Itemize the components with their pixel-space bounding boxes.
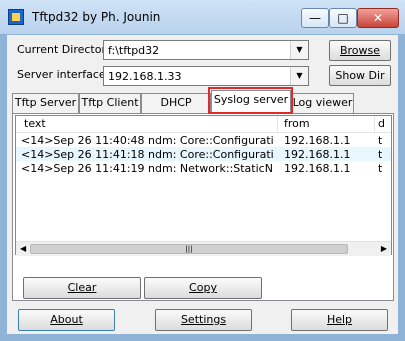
tab-dhcp-server[interactable]: DHCP server bbox=[141, 93, 211, 127]
server-interface-combo[interactable]: 192.168.1.33 ▼ bbox=[103, 66, 309, 86]
minimize-icon: — bbox=[309, 11, 321, 25]
main-window: Tftpd32 by Ph. Jounin — □ ✕ Current Dire… bbox=[0, 0, 405, 341]
tab-log-viewer[interactable]: Log viewer bbox=[291, 93, 354, 113]
app-icon bbox=[8, 9, 24, 25]
show-dir-label: Show Dir bbox=[335, 69, 385, 82]
copy-button[interactable]: Copy bbox=[144, 277, 262, 299]
column-header-d[interactable]: d bbox=[378, 117, 385, 130]
current-directory-label: Current Directory bbox=[17, 43, 113, 56]
help-button[interactable]: Help bbox=[291, 309, 388, 331]
list-header: text from d bbox=[16, 116, 391, 133]
settings-label: Settings bbox=[180, 313, 227, 326]
about-label: About bbox=[50, 313, 83, 326]
about-button[interactable]: About bbox=[18, 309, 115, 331]
client-area: Current Directory f:\tftpd32 ▼ Browse Se… bbox=[7, 35, 398, 334]
current-directory-value: f:\tftpd32 bbox=[108, 44, 160, 57]
row-text: <14>Sep 26 11:41:18 ndm: Core::Configura… bbox=[21, 148, 273, 161]
show-dir-button[interactable]: Show Dir bbox=[329, 65, 391, 86]
close-button[interactable]: ✕ bbox=[357, 8, 399, 28]
tab-label: Tftp Client bbox=[81, 96, 139, 109]
clear-label: Clear bbox=[67, 281, 97, 294]
table-row-selected[interactable]: <14>Sep 26 11:41:18 ndm: Core::Configura… bbox=[16, 147, 391, 161]
row-d: t bbox=[378, 162, 383, 175]
scroll-right-icon[interactable]: ▶ bbox=[381, 244, 387, 253]
maximize-button[interactable]: □ bbox=[329, 8, 357, 28]
column-divider[interactable] bbox=[374, 116, 375, 132]
copy-label: Copy bbox=[189, 281, 217, 294]
browse-label: Browse bbox=[339, 44, 381, 57]
syslog-list[interactable]: text from d <14>Sep 26 11:40:48 ndm: Cor… bbox=[15, 115, 392, 255]
help-label: Help bbox=[326, 313, 353, 326]
scrollbar-thumb[interactable]: ||| bbox=[30, 244, 348, 254]
title-bar[interactable]: Tftpd32 by Ph. Jounin — □ ✕ bbox=[0, 0, 405, 34]
tab-tftp-server[interactable]: Tftp Server bbox=[12, 93, 79, 113]
row-from: 192.168.1.1 bbox=[284, 134, 351, 147]
row-from: 192.168.1.1 bbox=[284, 162, 351, 175]
server-interface-value: 192.168.1.33 bbox=[108, 70, 182, 83]
settings-button[interactable]: Settings bbox=[155, 309, 252, 331]
row-d: t bbox=[378, 134, 383, 147]
chevron-down-icon[interactable]: ▼ bbox=[290, 41, 308, 59]
scroll-left-icon[interactable]: ◀ bbox=[20, 244, 26, 253]
current-directory-combo[interactable]: f:\tftpd32 ▼ bbox=[103, 40, 309, 60]
maximize-icon: □ bbox=[337, 11, 349, 25]
window-title: Tftpd32 by Ph. Jounin bbox=[32, 10, 161, 24]
tab-label: Log viewer bbox=[292, 96, 353, 109]
chevron-down-icon[interactable]: ▼ bbox=[290, 67, 308, 85]
column-header-from[interactable]: from bbox=[284, 117, 310, 130]
row-d: t bbox=[378, 148, 383, 161]
clear-button[interactable]: Clear bbox=[23, 277, 141, 299]
tab-highlight-box bbox=[208, 87, 293, 114]
row-text: <14>Sep 26 11:40:48 ndm: Core::Configura… bbox=[21, 134, 273, 147]
column-header-text[interactable]: text bbox=[24, 117, 46, 130]
table-row[interactable]: <14>Sep 26 11:41:19 ndm: Network::Static… bbox=[16, 161, 391, 175]
server-interface-label: Server interface bbox=[17, 68, 106, 81]
row-text: <14>Sep 26 11:41:19 ndm: Network::Static… bbox=[21, 162, 273, 175]
tab-tftp-client[interactable]: Tftp Client bbox=[79, 93, 141, 113]
row-from: 192.168.1.1 bbox=[284, 148, 351, 161]
browse-button[interactable]: Browse bbox=[329, 40, 391, 61]
table-row[interactable]: <14>Sep 26 11:40:48 ndm: Core::Configura… bbox=[16, 133, 391, 147]
close-icon: ✕ bbox=[372, 11, 384, 25]
tab-label: Tftp Server bbox=[14, 96, 77, 109]
column-divider[interactable] bbox=[277, 116, 278, 132]
minimize-button[interactable]: — bbox=[301, 8, 329, 28]
horizontal-scrollbar[interactable]: ◀ ||| ▶ bbox=[16, 241, 391, 256]
